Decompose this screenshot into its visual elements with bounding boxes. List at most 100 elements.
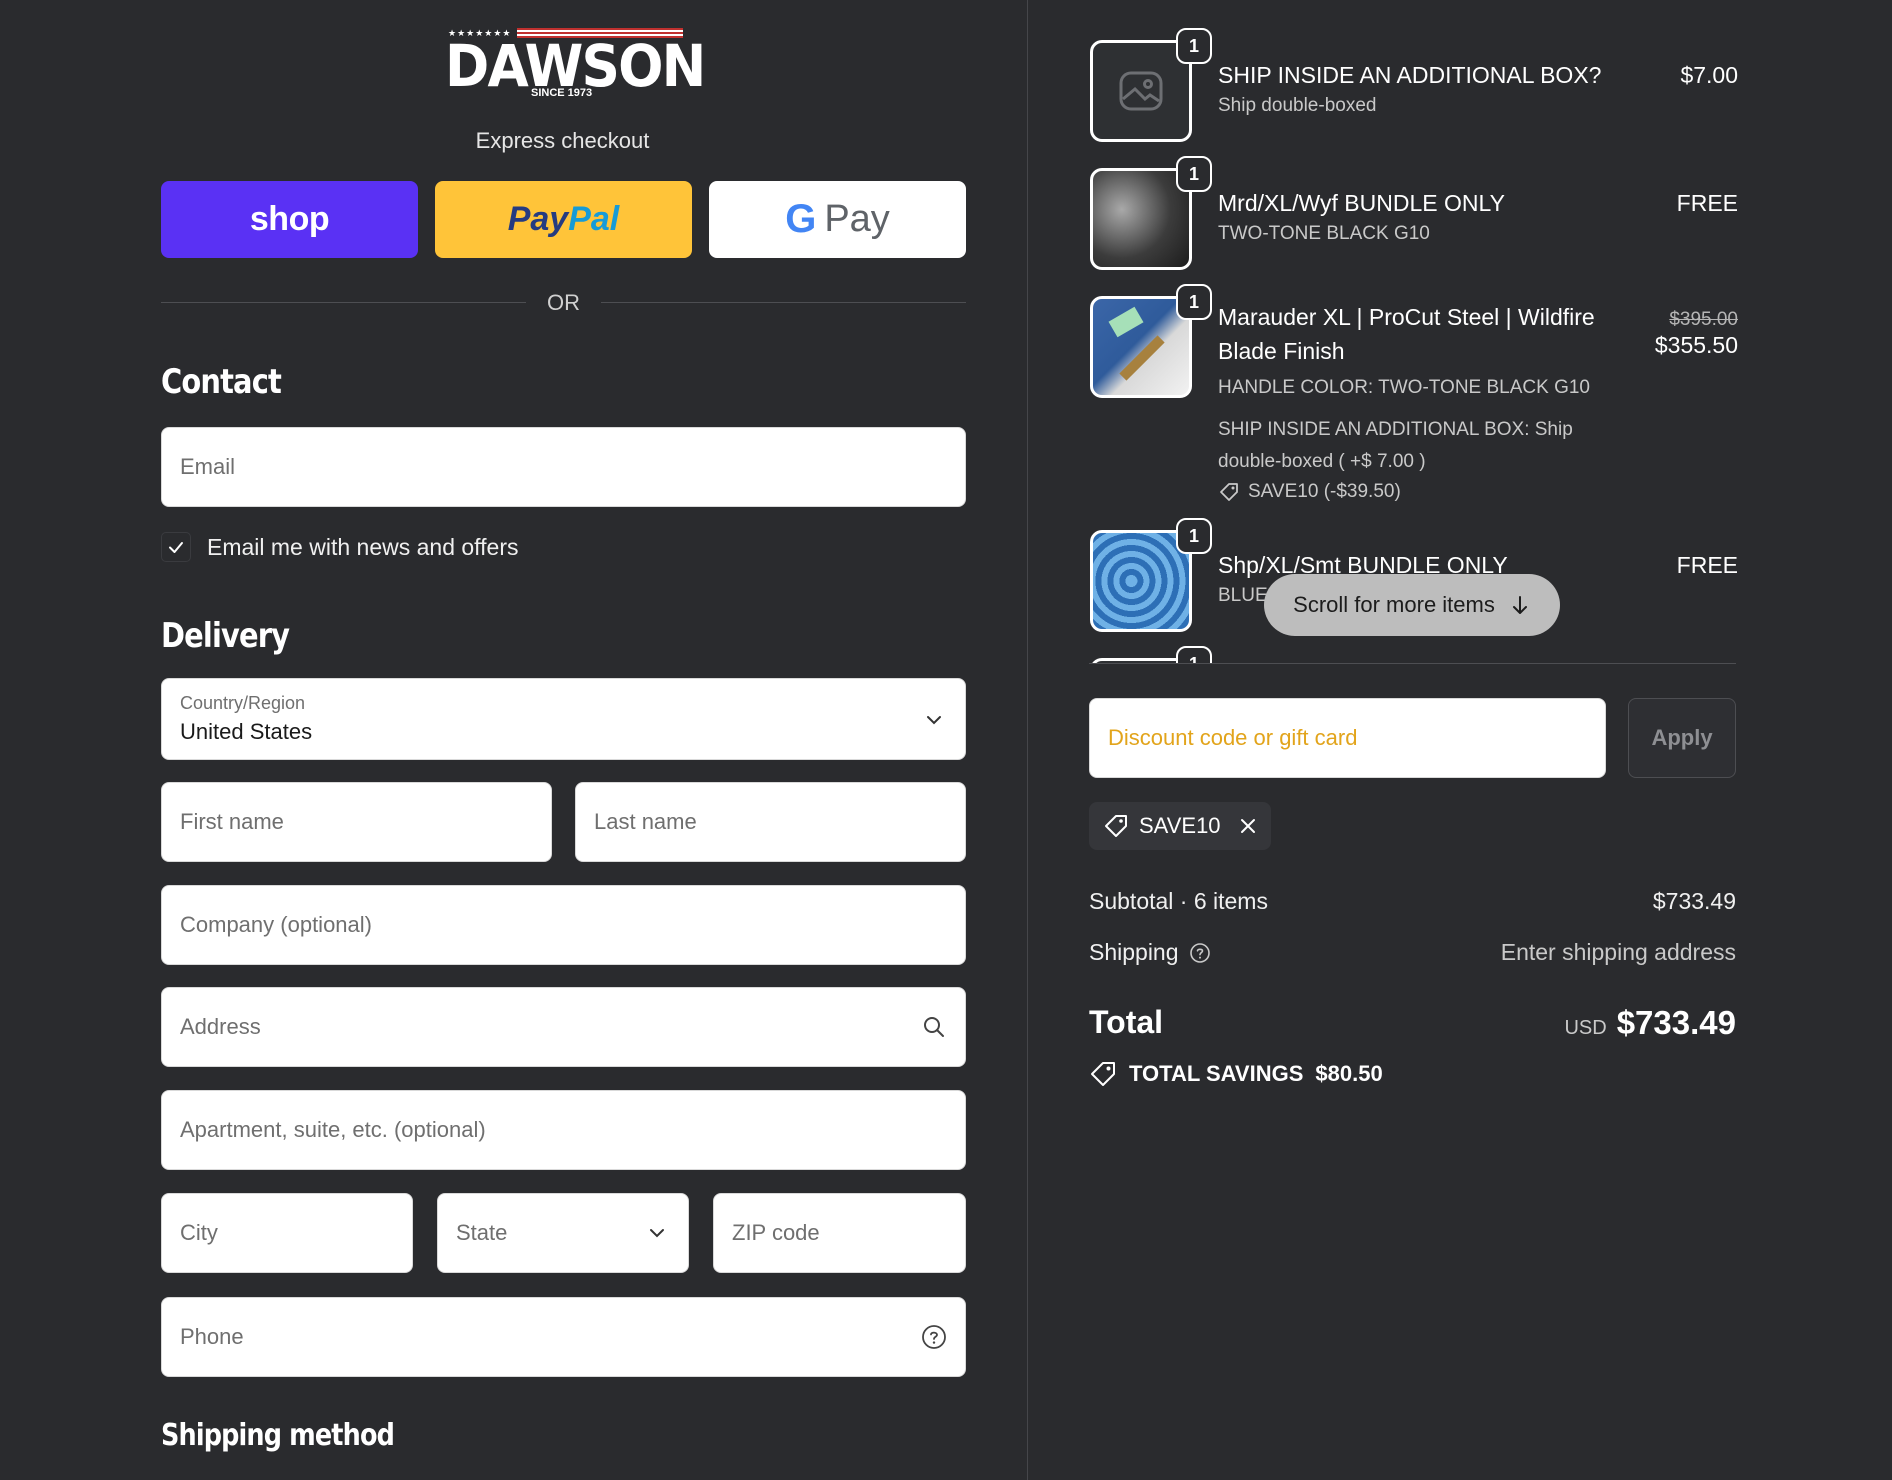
apartment-field[interactable]: Apartment, suite, etc. (optional) bbox=[161, 1090, 966, 1170]
item-discount-label: SAVE10 (-$39.50) bbox=[1248, 481, 1401, 502]
contact-heading: Contact bbox=[161, 362, 282, 402]
total-savings-row: TOTAL SAVINGS $80.50 bbox=[1089, 1060, 1383, 1088]
country-select[interactable]: Country/Region United States bbox=[161, 678, 966, 760]
cart-item: 1 Mrd/XL/Wyf BUNDLE ONLY TWO-TONE BLACK … bbox=[1088, 156, 1738, 276]
cart-item: 1 Marauder XL | ProCut Steel | Wildfire … bbox=[1088, 284, 1738, 540]
subtotal-row: Subtotal · 6 items $733.49 bbox=[1089, 888, 1736, 915]
item-title: Mrd/XL/Wyf BUNDLE ONLY bbox=[1218, 190, 1505, 216]
newsletter-checkbox[interactable] bbox=[161, 532, 191, 562]
google-pay-label: Pay bbox=[824, 198, 890, 240]
items-divider bbox=[1089, 663, 1736, 664]
country-value: United States bbox=[180, 719, 313, 744]
subtotal-label: Subtotal · 6 items bbox=[1089, 888, 1268, 914]
google-g-icon: G bbox=[785, 197, 817, 241]
discount-placeholder: Discount code or gift card bbox=[1108, 725, 1358, 750]
newsletter-label: Email me with news and offers bbox=[207, 533, 519, 560]
or-separator: OR bbox=[161, 288, 966, 318]
item-price: $355.50 bbox=[1654, 332, 1738, 358]
city-placeholder: City bbox=[180, 1220, 218, 1245]
shop-pay-button[interactable]: shop bbox=[161, 181, 418, 258]
item-title-line1: Marauder XL | ProCut Steel | Wildfire bbox=[1218, 304, 1595, 330]
checkout-page: ★★★★★★★ DAWSON SINCE 1973 Express checko… bbox=[0, 0, 1892, 1480]
company-field[interactable]: Company (optional) bbox=[161, 885, 966, 965]
subtotal-value: $733.49 bbox=[1652, 888, 1736, 914]
brand-logo[interactable]: ★★★★★★★ DAWSON SINCE 1973 bbox=[445, 26, 706, 100]
applied-discount-chip: SAVE10 bbox=[1089, 802, 1271, 850]
phone-placeholder: Phone bbox=[180, 1324, 244, 1349]
applied-code-label: SAVE10 bbox=[1139, 813, 1221, 838]
company-placeholder: Company (optional) bbox=[180, 912, 372, 937]
tag-icon bbox=[1091, 1062, 1115, 1086]
item-price: FREE bbox=[1676, 190, 1738, 216]
shipping-method-heading: Shipping method bbox=[161, 1418, 395, 1453]
or-line-right bbox=[601, 302, 966, 303]
newsletter-checkbox-row[interactable]: Email me with news and offers bbox=[161, 530, 519, 564]
paypal-button[interactable]: PayPal bbox=[435, 181, 692, 258]
total-label: Total bbox=[1089, 1004, 1164, 1040]
shipping-row: Shipping Enter shipping address bbox=[1089, 939, 1736, 966]
help-circle-icon[interactable] bbox=[921, 1324, 947, 1350]
apply-discount-button[interactable]: Apply bbox=[1628, 698, 1736, 778]
item-discount: SAVE10 (-$39.50) bbox=[1218, 476, 1401, 508]
currency-code: USD bbox=[1564, 1017, 1607, 1039]
email-placeholder: Email bbox=[180, 454, 236, 479]
apartment-placeholder: Apartment, suite, etc. (optional) bbox=[180, 1117, 486, 1142]
shipping-label-group: Shipping bbox=[1089, 939, 1211, 966]
item-handle-option: HANDLE COLOR: TWO-TONE BLACK G10 bbox=[1218, 377, 1590, 398]
savings-value: $80.50 bbox=[1315, 1061, 1383, 1086]
close-icon[interactable] bbox=[1237, 815, 1259, 837]
item-variant: TWO-TONE BLACK G10 bbox=[1218, 223, 1430, 244]
zip-field[interactable]: ZIP code bbox=[713, 1193, 966, 1273]
zip-placeholder: ZIP code bbox=[732, 1220, 820, 1245]
address-placeholder: Address bbox=[180, 1014, 261, 1039]
scroll-more-button[interactable]: Scroll for more items bbox=[1264, 574, 1560, 636]
paypal-logo: PayPal bbox=[507, 200, 620, 238]
cart-item: 1 SHIP INSIDE AN ADDITIONAL BOX? Ship do… bbox=[1088, 28, 1738, 148]
item-original-price: $395.00 bbox=[1669, 309, 1738, 330]
cart-items-list[interactable]: 1 SHIP INSIDE AN ADDITIONAL BOX? Ship do… bbox=[1088, 28, 1738, 664]
scroll-more-label: Scroll for more items bbox=[1293, 592, 1495, 617]
checkmark-icon bbox=[169, 542, 183, 553]
image-placeholder-icon bbox=[1119, 71, 1163, 111]
address-field[interactable]: Address bbox=[161, 987, 966, 1067]
item-variant: Ship double-boxed bbox=[1218, 95, 1377, 116]
item-title-line2: Blade Finish bbox=[1218, 338, 1345, 364]
arrow-down-icon bbox=[1512, 596, 1527, 614]
or-label: OR bbox=[547, 290, 580, 315]
quantity-badge: 1 bbox=[1176, 28, 1212, 64]
quantity-badge: 1 bbox=[1176, 518, 1212, 554]
state-placeholder: State bbox=[456, 1220, 508, 1245]
first-name-placeholder: First name bbox=[180, 809, 284, 834]
quantity-badge: 1 bbox=[1176, 284, 1212, 320]
email-field[interactable]: Email bbox=[161, 427, 966, 507]
logo-since: SINCE 1973 bbox=[531, 87, 593, 99]
first-name-field[interactable]: First name bbox=[161, 782, 552, 862]
tag-icon bbox=[1220, 483, 1238, 501]
google-pay-logo: G Pay bbox=[785, 197, 890, 242]
item-box-option-line1: SHIP INSIDE AN ADDITIONAL BOX: Ship bbox=[1218, 419, 1573, 440]
help-circle-icon[interactable] bbox=[1189, 942, 1211, 964]
item-price: FREE bbox=[1676, 552, 1738, 578]
cart-item: 1 bbox=[1088, 646, 1738, 664]
shipping-label: Shipping bbox=[1089, 939, 1179, 965]
google-pay-button[interactable]: G Pay bbox=[709, 181, 966, 258]
phone-field[interactable]: Phone bbox=[161, 1297, 966, 1377]
total-amount: $733.49 bbox=[1616, 1004, 1736, 1041]
item-price: $7.00 bbox=[1680, 62, 1738, 88]
last-name-placeholder: Last name bbox=[594, 809, 697, 834]
search-icon bbox=[924, 1017, 944, 1037]
state-select[interactable]: State bbox=[437, 1193, 689, 1273]
quantity-badge: 1 bbox=[1176, 646, 1212, 664]
tag-icon bbox=[1105, 815, 1127, 837]
item-variant: BLUE bbox=[1218, 585, 1268, 606]
item-title: SHIP INSIDE AN ADDITIONAL BOX? bbox=[1218, 62, 1602, 88]
chevron-down-icon bbox=[650, 1229, 664, 1238]
chevron-down-icon bbox=[927, 716, 941, 725]
last-name-field[interactable]: Last name bbox=[575, 782, 966, 862]
delivery-heading: Delivery bbox=[161, 616, 290, 656]
item-box-option-line2: double-boxed ( +$ 7.00 ) bbox=[1218, 451, 1426, 472]
shop-pay-label: shop bbox=[249, 200, 330, 238]
city-field[interactable]: City bbox=[161, 1193, 413, 1273]
discount-code-input[interactable]: Discount code or gift card bbox=[1089, 698, 1606, 778]
checkout-form-column: ★★★★★★★ DAWSON SINCE 1973 Express checko… bbox=[0, 0, 1027, 1480]
